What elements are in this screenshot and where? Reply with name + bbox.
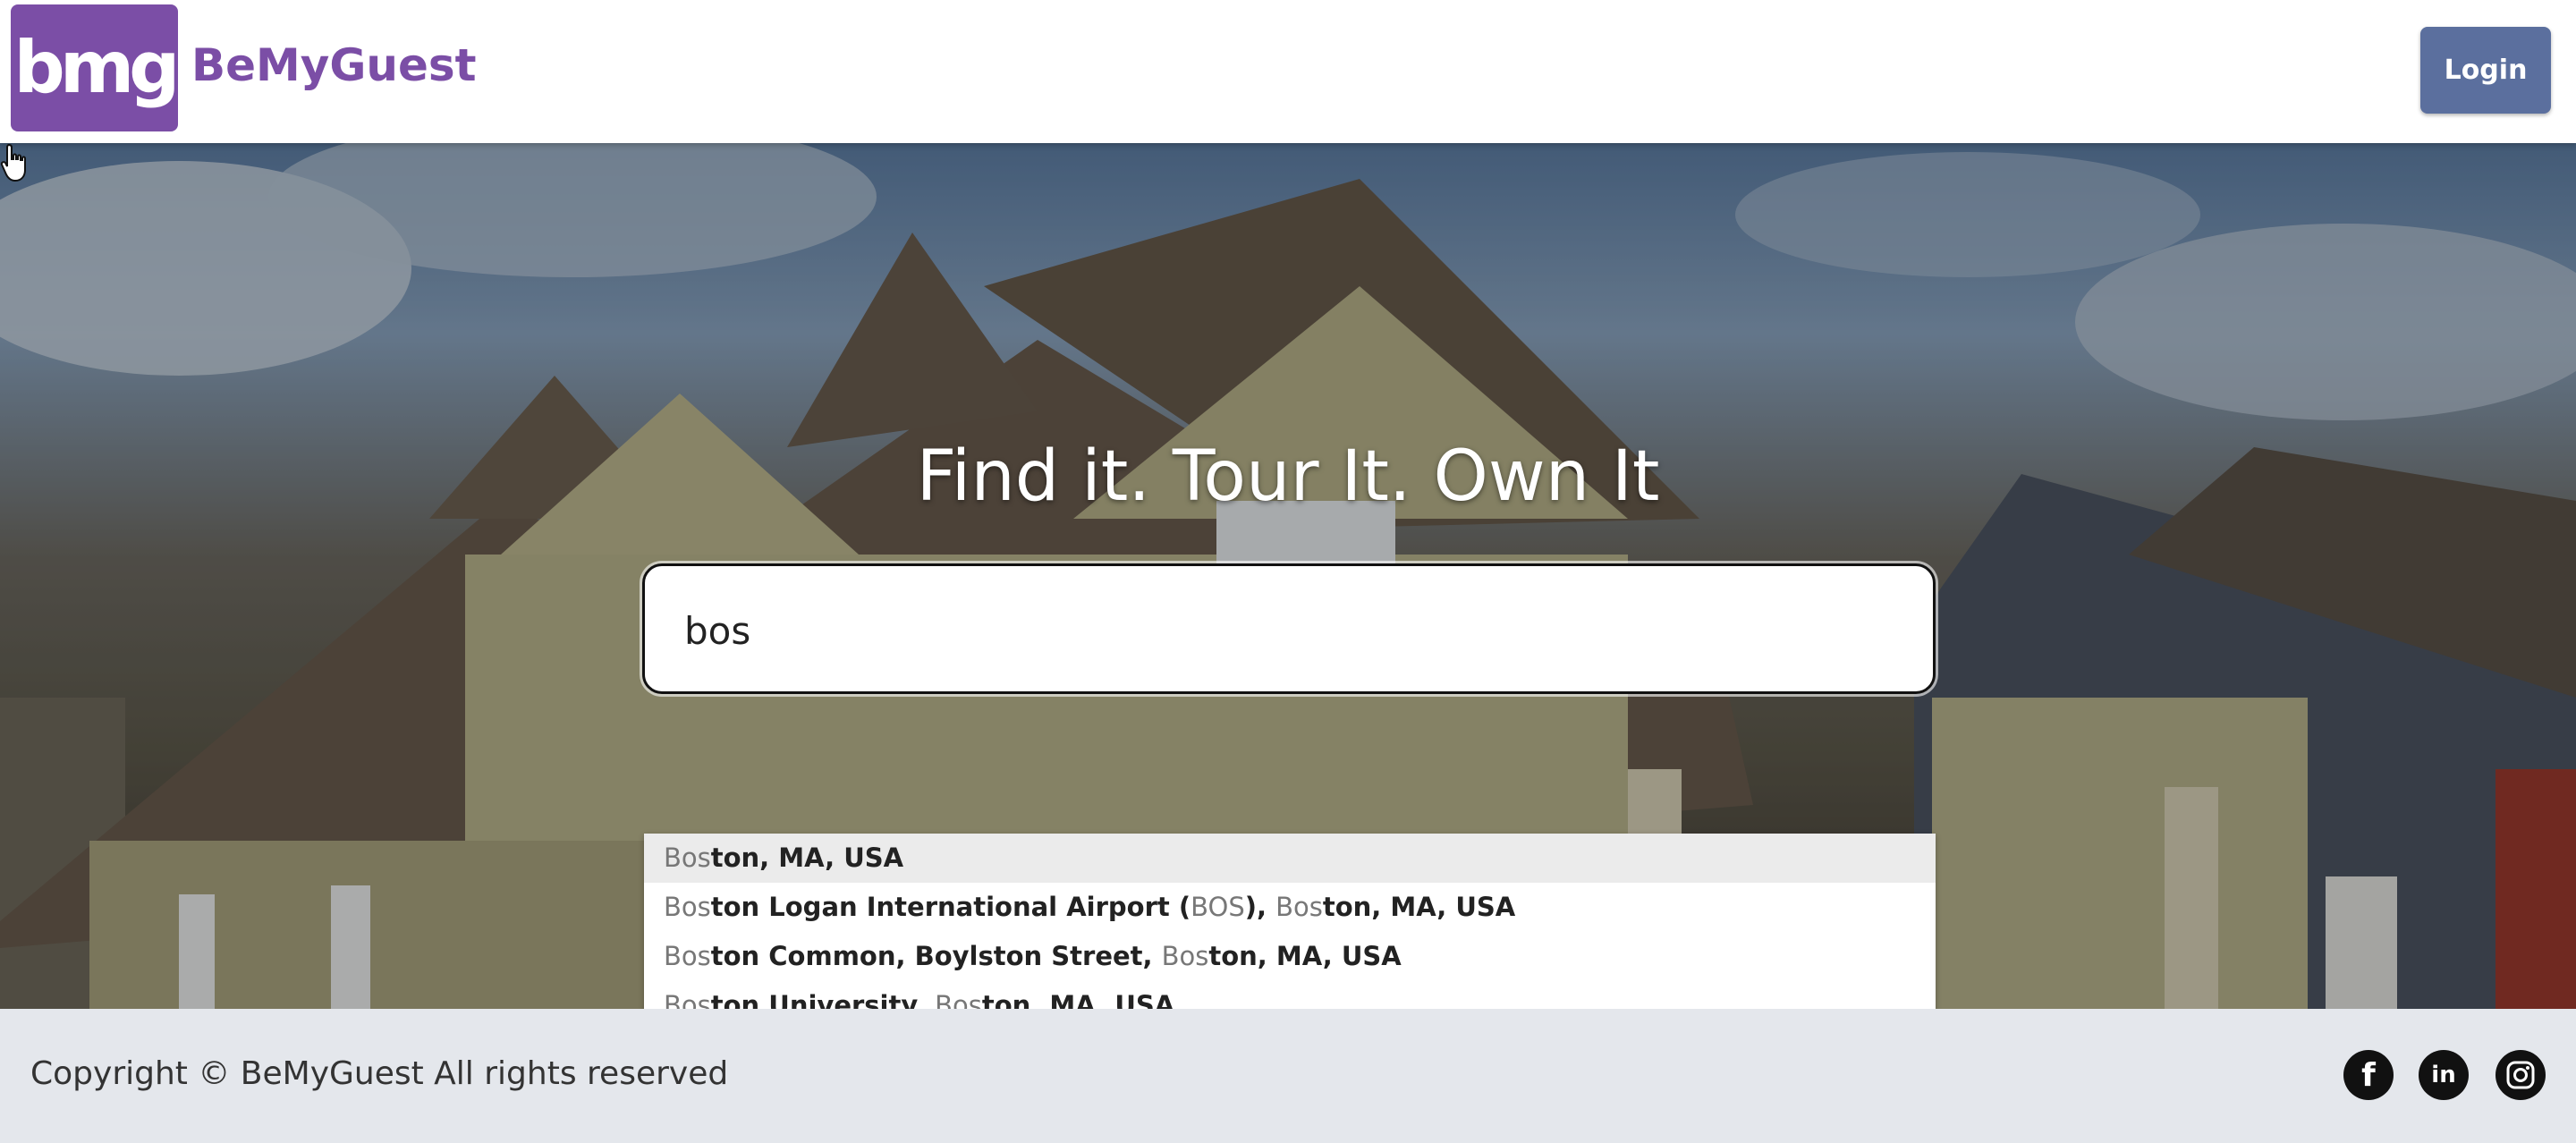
suggestion-text: ton Common, Boylston Street, bbox=[710, 941, 1162, 971]
autocomplete-suggestion[interactable]: Boston Common, Boylston Street, Boston, … bbox=[644, 932, 1936, 981]
suggestion-text: BOS bbox=[1191, 892, 1245, 922]
autocomplete-suggestion[interactable]: Boston University, Boston, MA, USA bbox=[644, 981, 1936, 1009]
suggestion-text: Bos bbox=[664, 990, 711, 1009]
hand-cursor-icon bbox=[0, 143, 26, 182]
logo[interactable]: bmg bbox=[11, 4, 181, 131]
suggestion-text: Bos bbox=[1161, 941, 1209, 971]
login-button[interactable]: Login bbox=[2420, 27, 2551, 114]
facebook-icon[interactable]: f bbox=[2343, 1050, 2394, 1100]
hero-section: Find it. Tour It. Own It Boston, MA, USA… bbox=[0, 143, 2576, 1009]
suggestion-text: ton, MA, USA bbox=[981, 990, 1175, 1009]
suggestion-text: ton, MA, USA bbox=[1322, 892, 1516, 922]
autocomplete-suggestion[interactable]: Boston, MA, USA bbox=[644, 834, 1936, 883]
suggestion-text: Bos bbox=[664, 892, 711, 922]
brand-name[interactable]: BeMyGuest bbox=[191, 39, 477, 91]
suggestion-text: ), bbox=[1244, 892, 1276, 922]
search-input[interactable] bbox=[684, 600, 1883, 661]
linkedin-icon[interactable]: in bbox=[2419, 1050, 2469, 1100]
header: bmg BeMyGuest Login bbox=[0, 0, 2576, 143]
suggestion-text: ton, MA, USA bbox=[710, 842, 904, 873]
suggestion-text: ton Logan International Airport ( bbox=[710, 892, 1191, 922]
footer: Copyright © BeMyGuest All rights reserve… bbox=[0, 1009, 2576, 1143]
autocomplete-suggestion[interactable]: Boston Logan International Airport (BOS)… bbox=[644, 883, 1936, 932]
logo-text: bmg bbox=[13, 26, 181, 109]
suggestion-text: Bos bbox=[935, 990, 982, 1009]
suggestion-text: Bos bbox=[664, 941, 711, 971]
autocomplete-dropdown: Boston, MA, USA Boston Logan Internationa… bbox=[644, 834, 1936, 1009]
copyright-text: Copyright © BeMyGuest All rights reserve… bbox=[30, 1055, 729, 1092]
suggestion-text: ton University, bbox=[710, 990, 936, 1009]
suggestion-text: ton, MA, USA bbox=[1208, 941, 1402, 971]
suggestion-text: Bos bbox=[664, 842, 711, 873]
instagram-icon[interactable] bbox=[2496, 1050, 2546, 1100]
hero-headline: Find it. Tour It. Own It bbox=[916, 436, 1660, 517]
search-box[interactable] bbox=[642, 563, 1936, 694]
suggestion-text: Bos bbox=[1275, 892, 1323, 922]
